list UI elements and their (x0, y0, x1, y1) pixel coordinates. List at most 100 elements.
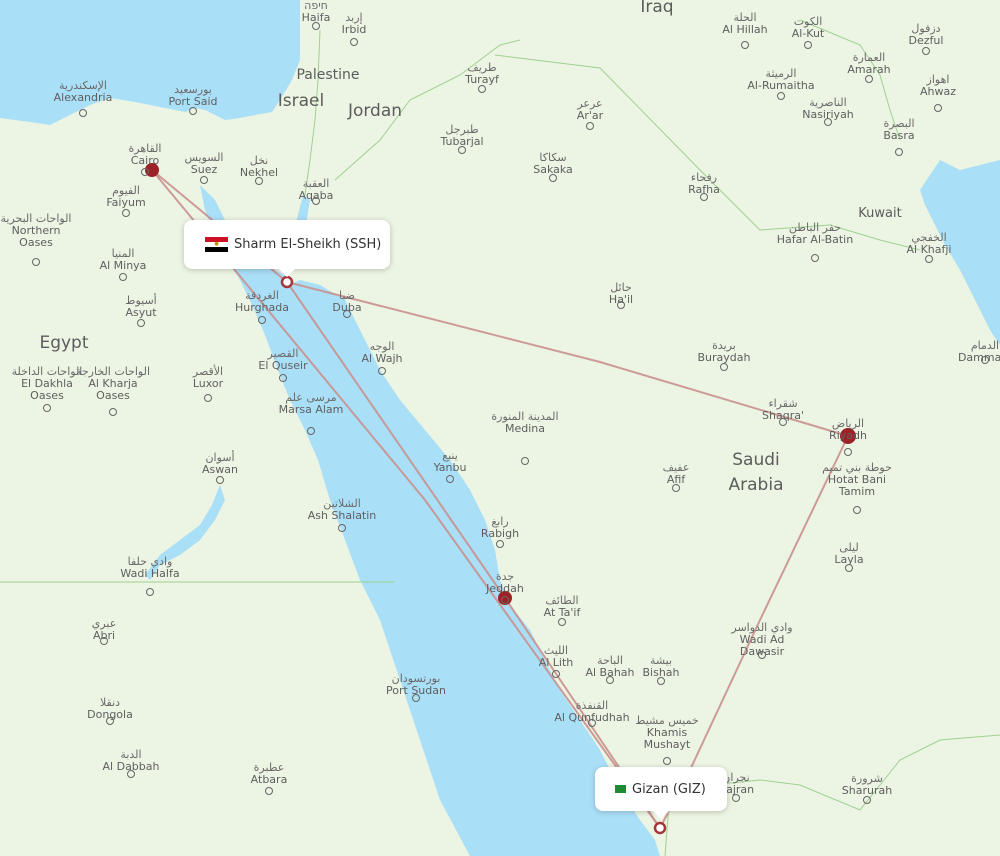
city-dot (106, 717, 114, 725)
city-label: القاهرة Cairo (129, 143, 162, 167)
city-label: دزفول Dezful (909, 23, 944, 47)
city-dot (853, 506, 861, 514)
city-label-english: Al Wajh (361, 352, 403, 365)
city-dot (446, 475, 454, 483)
country-label: Iraq (640, 0, 674, 17)
city-dot (732, 794, 740, 802)
saudi-flag-icon (615, 785, 626, 793)
city-label: أسيوط Asyut (125, 295, 156, 319)
city-label: الكوت Al-Kut (792, 16, 825, 40)
origin-popup[interactable]: ● Sharm El-Sheikh (SSH) (184, 220, 390, 277)
city-label: عفيف Afif (663, 462, 690, 486)
city-dot (588, 719, 596, 727)
country-label: Saudi Arabia (721, 448, 791, 498)
city-dot (265, 787, 273, 795)
city-label-english: Hafar Al-Batin (776, 233, 854, 246)
city-label-english: Dezful (908, 34, 944, 47)
city-label: ينبع Yanbu (434, 450, 467, 474)
city-dot (32, 258, 40, 266)
city-dot (200, 176, 208, 184)
city-dot (700, 193, 708, 201)
city-dot (586, 122, 594, 130)
city-dot (521, 457, 529, 465)
city-label: عرعر Ar'ar (577, 98, 603, 122)
city-label: الليث Al Lith (539, 645, 574, 669)
country-label: Jordan (347, 101, 403, 121)
city-label: بورسعيد Port Said (168, 84, 217, 108)
city-dot (412, 694, 420, 702)
city-dot (779, 418, 787, 426)
city-label-english: Khamis Mushayt (643, 726, 691, 751)
city-label-english: Rabigh (480, 527, 520, 540)
city-label: حوطة بني تميم Hotat Bani Tamim (817, 462, 897, 498)
city-label: اهواز Ahwaz (920, 74, 956, 98)
city-dot (501, 596, 509, 604)
city-label: ليلى Layla (834, 542, 863, 566)
city-label-english: Luxor (192, 377, 224, 390)
city-label-english: Faiyum (106, 196, 146, 209)
city-dot (606, 676, 614, 684)
city-label: المدينة المنورة Medina (491, 411, 558, 435)
city-label: مرسى علم Marsa Alam (279, 392, 344, 416)
giz-marker (653, 821, 667, 835)
city-label: الفيوم Faiyum (106, 185, 145, 209)
city-dot (312, 22, 320, 30)
city-dot (109, 408, 117, 416)
city-dot (895, 148, 903, 156)
city-dot (141, 168, 149, 176)
city-label: المنيا Al Minya (100, 248, 147, 272)
city-label: الغردقة Hurghada (235, 290, 289, 314)
country-label: Palestine (296, 67, 360, 83)
city-label-english: Al Hillah (722, 23, 768, 36)
city-dot (343, 310, 351, 318)
city-dot (981, 356, 989, 364)
city-label: الواحات الخارجة Al Kharja Oases (73, 366, 153, 402)
city-dot (925, 255, 933, 263)
city-label-english: Wadi Halfa (120, 567, 180, 580)
city-dot (811, 254, 819, 262)
city-label: طبرجل Tubarjal (440, 124, 483, 148)
city-dot (720, 363, 728, 371)
city-label-english: Cairo (130, 154, 160, 167)
city-label-english: Ar'ar (576, 109, 604, 122)
city-label: الأقصر Luxor (193, 366, 223, 390)
city-dot (922, 47, 930, 55)
city-dot (758, 651, 766, 659)
city-label: الرميثة Al-Rumaitha (747, 68, 814, 92)
city-label: وادي حلفا Wadi Halfa (120, 556, 179, 580)
city-label-english: Medina (504, 422, 546, 435)
country-label-saudi: Saudi Arabia (728, 450, 784, 495)
city-label-english: Asyut (125, 306, 157, 319)
destination-popup[interactable]: Gizan (GIZ) (595, 767, 727, 819)
city-label: إربد Irbid (342, 12, 367, 36)
city-dot (258, 316, 266, 324)
city-dot (804, 41, 812, 49)
country-label: Egypt (39, 333, 89, 353)
city-label-english: Al Minya (99, 259, 147, 272)
city-dot (844, 448, 852, 456)
egypt-flag-icon: ● (205, 237, 228, 252)
country-label: Israel (277, 91, 325, 111)
city-label: الإسكندرية Alexandria (54, 80, 113, 104)
city-label: العمارة Amarah (847, 52, 890, 76)
city-label: سكاكا Sakaka (533, 152, 573, 176)
city-dot (496, 540, 504, 548)
city-label-english: Al-Kut (791, 27, 825, 40)
city-label-english: Atbara (250, 773, 288, 786)
city-label: رابغ Rabigh (481, 516, 519, 540)
city-label-english: Alexandria (53, 91, 113, 104)
city-dot (204, 394, 212, 402)
city-dot (824, 118, 832, 126)
ssh-marker (280, 275, 294, 289)
city-label-english: El Quseir (258, 359, 308, 372)
city-label: الرياض Riyadh (829, 418, 867, 442)
city-dot (122, 209, 130, 217)
city-dot (663, 757, 671, 765)
city-label: القصير El Quseir (258, 348, 307, 372)
origin-airport-label: Sharm El-Sheikh (SSH) (234, 237, 382, 252)
city-dot (350, 38, 358, 46)
city-label: طريف Turayf (465, 62, 499, 86)
city-label-english: Yanbu (433, 461, 467, 474)
city-dot (137, 319, 145, 327)
city-dot (307, 427, 315, 435)
